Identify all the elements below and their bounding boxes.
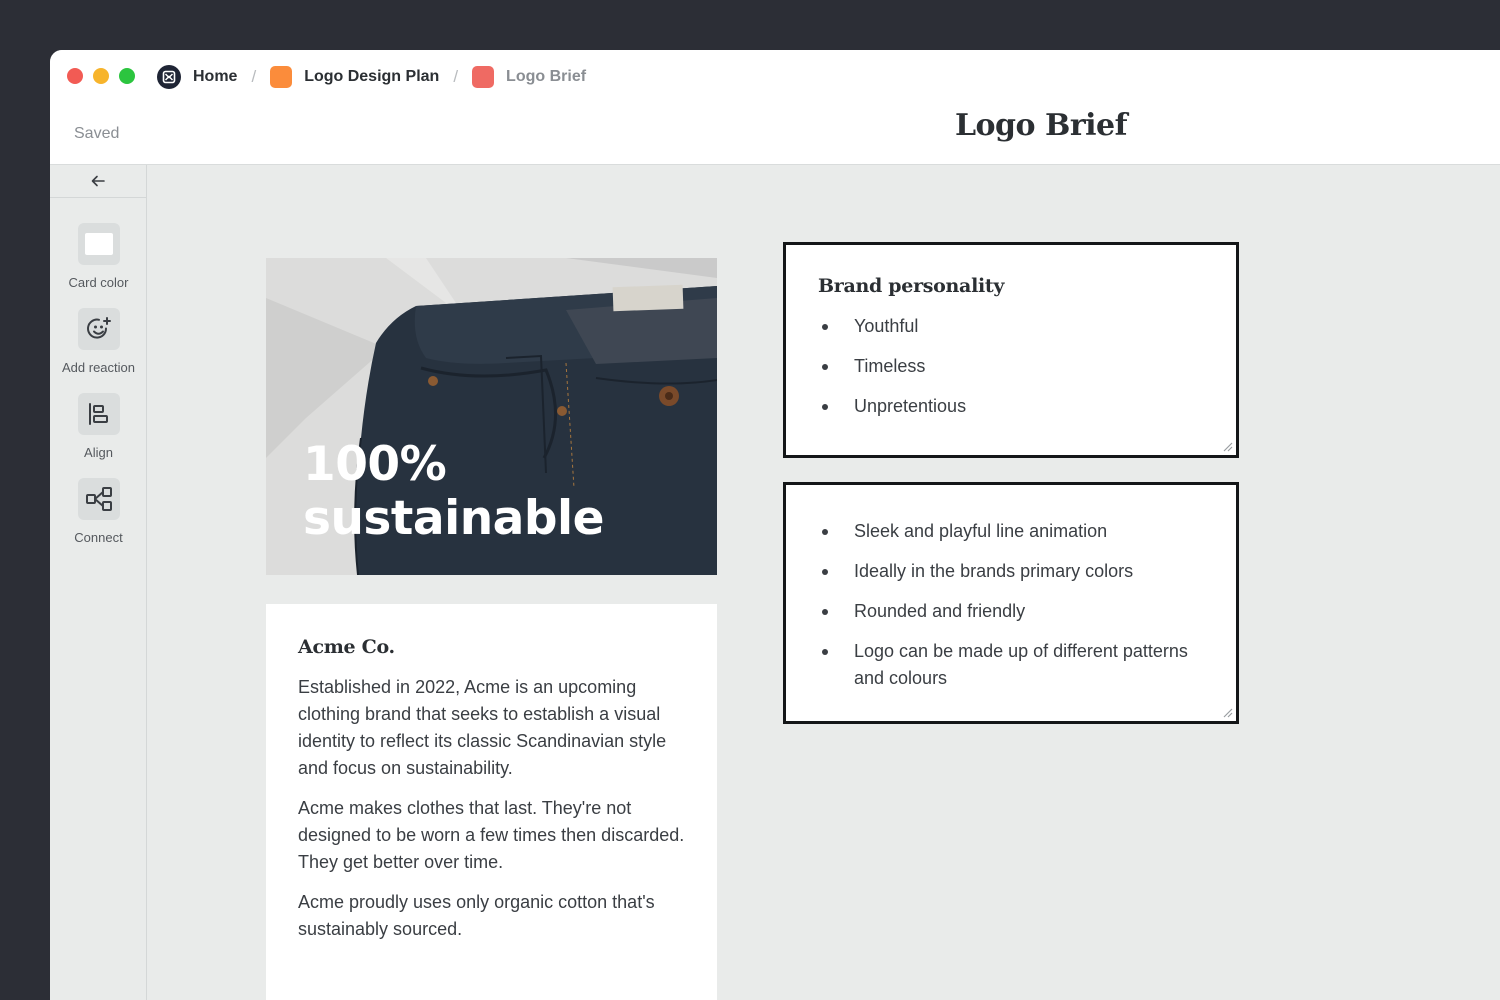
add-reaction-tool[interactable]: Add reaction (50, 308, 147, 375)
page-title[interactable]: Logo Brief (50, 108, 1500, 143)
connect-tool[interactable]: Connect (50, 478, 147, 545)
breadcrumb-parent-label: Logo Design Plan (304, 68, 440, 85)
maximize-window-button[interactable] (119, 68, 135, 84)
breadcrumb-separator: / (251, 67, 257, 86)
company-paragraph: Acme makes clothes that last. They're no… (298, 798, 685, 872)
close-window-button[interactable] (67, 68, 83, 84)
top-bar: Home / Logo Design Plan / Logo Brief Sav… (50, 50, 1500, 165)
company-description-card[interactable]: Acme Co. Established in 2022, Acme is an… (266, 604, 717, 1000)
board-icon (270, 66, 293, 88)
align-tool[interactable]: Align (50, 393, 147, 460)
list-item: Logo can be made up of different pattern… (818, 638, 1204, 692)
window-controls (67, 68, 135, 84)
collapse-toolbar-button[interactable] (50, 165, 146, 198)
align-left-icon (88, 403, 108, 425)
breadcrumb-logo-design-plan[interactable]: Logo Design Plan (270, 66, 439, 88)
card-color-label: Card color (68, 275, 129, 290)
breadcrumb-home[interactable]: Home (157, 65, 237, 89)
breadcrumb: Home / Logo Design Plan / Logo Brief (157, 64, 586, 90)
breadcrumb-logo-brief[interactable]: Logo Brief (472, 66, 586, 88)
card-color-tool[interactable]: Card color (50, 223, 147, 290)
card-color-button[interactable] (77, 223, 120, 265)
company-paragraph: Established in 2022, Acme is an upcoming… (298, 677, 667, 778)
connect-label: Connect (74, 530, 123, 545)
brand-personality-title: Brand personality (818, 275, 1005, 297)
company-card-title: Acme Co. (298, 636, 395, 658)
company-paragraph: Acme proudly uses only organic cotton th… (298, 892, 655, 939)
list-item: Sleek and playful line animation (818, 518, 1204, 545)
brand-personality-card[interactable]: Brand personality Youthful Timeless Unpr… (783, 242, 1239, 458)
align-label: Align (84, 445, 113, 460)
arrow-left-icon (91, 175, 105, 187)
card-color-icon (84, 233, 113, 255)
list-item: Timeless (818, 353, 1204, 380)
smiley-plus-icon (86, 317, 111, 339)
jeans-image-card[interactable]: 100% sustainable (266, 258, 717, 575)
overlay-line-2: sustainable (303, 491, 605, 546)
breadcrumb-home-label: Home (193, 68, 238, 85)
image-overlay-text: 100% sustainable (303, 437, 605, 546)
logo-ideas-list: Sleek and playful line animation Ideally… (818, 518, 1204, 692)
add-reaction-button[interactable] (77, 308, 120, 350)
list-item: Rounded and friendly (818, 598, 1204, 625)
home-logo-icon (157, 65, 181, 89)
board-icon (472, 66, 495, 88)
resize-handle-icon[interactable] (1221, 440, 1233, 452)
breadcrumb-current-label: Logo Brief (506, 68, 587, 85)
list-item: Ideally in the brands primary colors (818, 558, 1204, 585)
left-toolbar: Card color Add reaction Align Connect (50, 165, 147, 1000)
connect-button[interactable] (77, 478, 120, 520)
list-item: Youthful (818, 313, 1204, 340)
logo-ideas-card[interactable]: Sleek and playful line animation Ideally… (783, 482, 1239, 724)
connect-icon (85, 487, 112, 511)
align-button[interactable] (77, 393, 120, 435)
overlay-line-1: 100% (303, 437, 447, 492)
add-reaction-label: Add reaction (62, 360, 135, 375)
minimize-window-button[interactable] (93, 68, 109, 84)
app-window: Home / Logo Design Plan / Logo Brief Sav… (50, 50, 1500, 1000)
brand-personality-list: Youthful Timeless Unpretentious (818, 313, 1204, 420)
resize-handle-icon[interactable] (1221, 706, 1233, 718)
list-item: Unpretentious (818, 393, 1204, 420)
breadcrumb-separator: / (453, 67, 459, 86)
